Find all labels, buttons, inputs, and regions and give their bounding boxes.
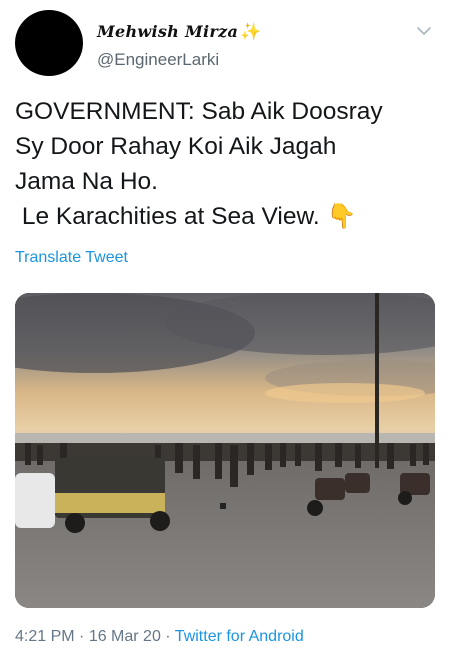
author-handle[interactable]: @EngineerLarki [97,50,219,70]
sparkle-icon: ✨ [240,22,262,42]
tweet-text: GOVERNMENT: Sab Aik Doosray Sy Door Raha… [15,94,435,234]
tweet-source-link[interactable]: Twitter for Android [175,628,304,645]
pointing-down-icon: 👇 [326,203,357,230]
chevron-down-icon[interactable] [413,20,435,42]
tweet-date: 16 Mar 20 [88,628,161,645]
sea-view-photo [15,293,435,608]
display-name-text: Mehwish Mirza [97,22,239,41]
meta-separator: · [74,628,89,645]
avatar[interactable] [15,10,83,76]
translate-tweet-link[interactable]: Translate Tweet [15,249,128,267]
tweet-photo[interactable] [15,293,435,608]
tweet-time: 4:21 PM [15,628,75,645]
author-display-name[interactable]: Mehwish Mirza ✨ [97,22,262,42]
tweet-card: Mehwish Mirza ✨ @EngineerLarki GOVERNMENT… [0,0,450,660]
meta-separator: · [160,628,175,645]
tweet-header: Mehwish Mirza ✨ @EngineerLarki [15,10,435,76]
tweet-meta: 4:21 PM · 16 Mar 20 · Twitter for Androi… [15,628,304,646]
